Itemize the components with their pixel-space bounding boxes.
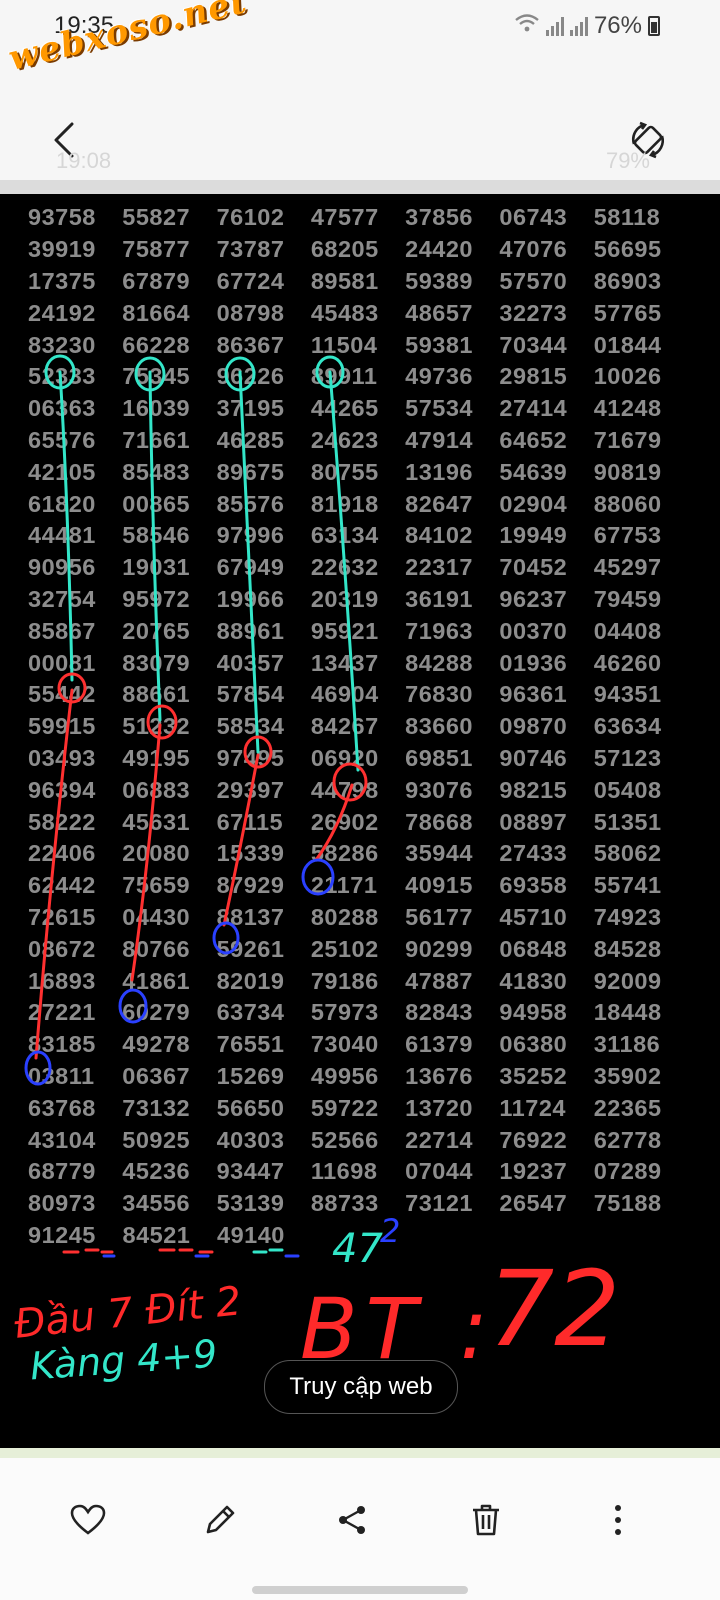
note-47: 47	[332, 1226, 383, 1272]
result-image[interactable]: 93758 55827 76102 47577 37856 06743 58118 39919…	[0, 180, 720, 1448]
bottom-separator	[0, 1448, 720, 1458]
battery-percent: 76%	[593, 12, 642, 39]
signal-icon-2	[569, 16, 588, 36]
ghost-time: 19:08	[56, 148, 112, 173]
visit-web-button[interactable]: Truy cập web	[264, 1360, 458, 1414]
signal-icon	[545, 16, 564, 36]
share-icon	[339, 1506, 365, 1534]
heart-icon	[70, 1504, 106, 1535]
like-button[interactable]	[68, 1500, 108, 1540]
home-indicator	[252, 1586, 468, 1594]
more-button[interactable]	[598, 1500, 638, 1540]
wifi-icon	[514, 12, 540, 40]
note-superscript: 2	[380, 1212, 401, 1250]
edit-button[interactable]	[200, 1500, 240, 1540]
status-icons: 76%	[514, 12, 660, 40]
more-vertical-icon	[615, 1505, 621, 1535]
share-button[interactable]	[332, 1500, 372, 1540]
note-bt-value: 72	[488, 1248, 621, 1370]
delete-button[interactable]	[466, 1500, 506, 1540]
bottom-action-bar	[0, 1448, 720, 1600]
trash-icon	[473, 1504, 499, 1536]
battery-icon	[648, 16, 660, 36]
pencil-icon	[206, 1505, 235, 1534]
ghost-battery: 79%	[605, 148, 650, 173]
